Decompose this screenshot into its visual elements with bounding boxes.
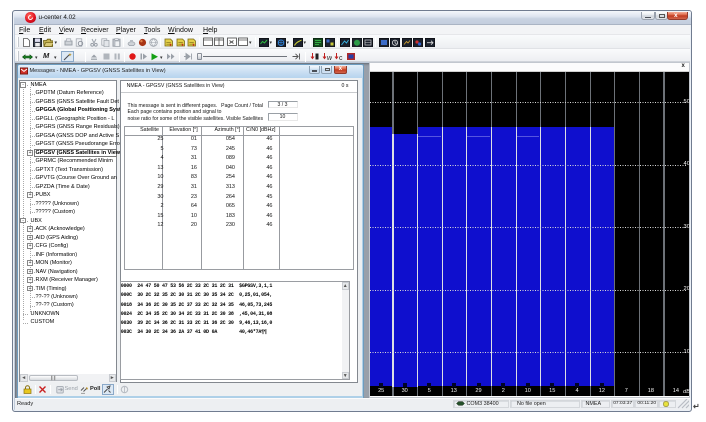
svg-text:w: w xyxy=(327,55,332,61)
svg-text:c: c xyxy=(339,55,343,61)
